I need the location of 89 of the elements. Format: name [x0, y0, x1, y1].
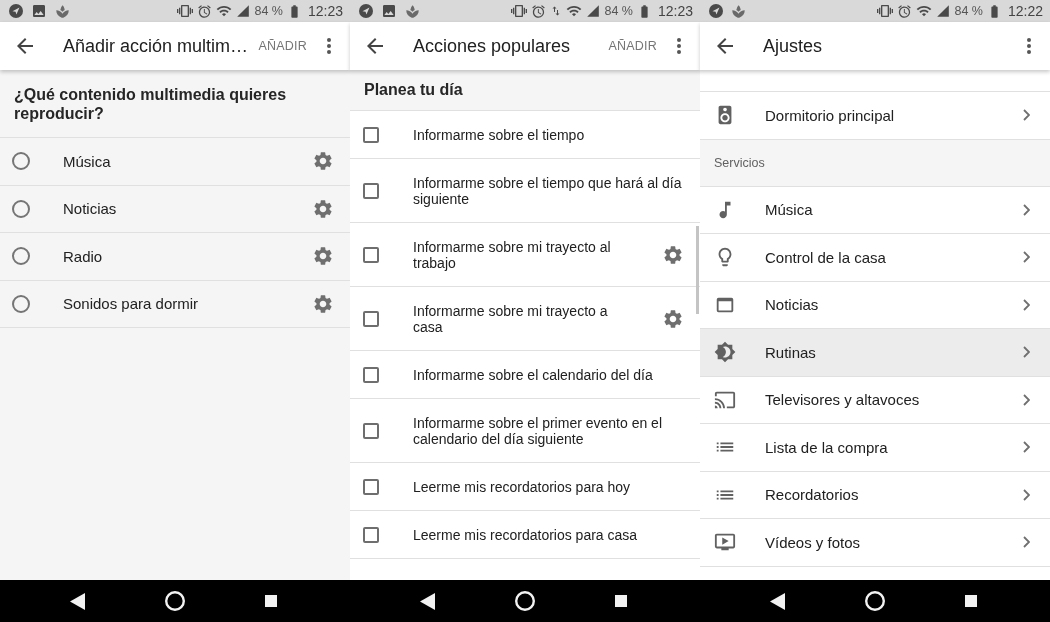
radio-button[interactable] [12, 199, 30, 218]
battery-percentage: 84 % [954, 4, 983, 18]
add-button[interactable]: AÑADIR [254, 33, 311, 59]
arrow-left-icon [367, 38, 383, 54]
vibrate-icon [511, 3, 528, 19]
chevron-right-icon [1023, 488, 1030, 501]
action-label: Informarme sobre mi trayecto a casa [413, 303, 609, 335]
checkbox[interactable] [363, 247, 379, 263]
wifi-icon [566, 3, 583, 19]
battery-percentage: 84 % [604, 4, 633, 18]
action-label: Informarme sobre el tiempo que hará al día siguiente [413, 175, 683, 207]
three-dots-icon [1027, 38, 1031, 54]
clock-time: 12:22 [1007, 3, 1043, 19]
chevron-right-icon [1023, 298, 1030, 311]
action-label: Informarme sobre el primer evento en el calendario del día siguiente [413, 415, 663, 447]
chevron-right-icon [1023, 441, 1030, 454]
circle-arrow-icon [9, 4, 23, 18]
checkbox[interactable] [363, 367, 379, 383]
checkbox[interactable] [363, 127, 379, 143]
signal-icon [236, 4, 251, 18]
action-label: Leerme mis recordatorios para hoy [413, 479, 632, 495]
circle-icon [165, 591, 185, 611]
checkbox[interactable] [363, 423, 379, 439]
action-label: Informarme sobre el calendario del día [413, 367, 654, 383]
action-label: Informarme sobre mi trayecto al trabajo [413, 239, 612, 271]
add-button[interactable]: AÑADIR [604, 33, 661, 59]
alarm-clock-icon [897, 3, 913, 19]
chevron-right-icon [1023, 251, 1030, 264]
checkbox[interactable] [363, 183, 379, 199]
chevron-right-icon [1023, 393, 1030, 406]
settings-icon[interactable] [312, 245, 334, 268]
checkbox[interactable] [363, 311, 379, 327]
image-icon [31, 3, 47, 19]
settings-row[interactable]: Rutinas [700, 329, 1050, 377]
circle-arrow-icon [709, 4, 723, 18]
clock-time: 12:23 [657, 3, 693, 19]
leaf-icon [55, 3, 70, 19]
chevron-right-icon [1023, 203, 1030, 216]
radio-button[interactable] [12, 247, 30, 266]
settings-icon[interactable] [662, 244, 684, 266]
sun-moon-icon [714, 341, 736, 364]
wifi-icon [916, 3, 933, 19]
section-heading: Planea tu día [350, 70, 700, 111]
vibrate-icon [177, 3, 194, 19]
chevron-right-icon [1023, 536, 1030, 549]
screen-title: Añadir acción multim… [63, 35, 250, 57]
chevron-right-icon [1023, 109, 1030, 122]
radio-button[interactable] [12, 294, 30, 313]
checkbox[interactable] [363, 527, 379, 543]
leaf-icon [731, 3, 746, 19]
signal-icon [586, 4, 601, 18]
vibrate-icon [877, 3, 894, 19]
leaf-icon [405, 3, 420, 19]
settings-icon[interactable] [312, 150, 334, 173]
three-dots-icon [677, 38, 681, 54]
settings-icon[interactable] [312, 292, 334, 315]
alarm-clock-icon [197, 3, 213, 19]
option-label: Radio [63, 247, 104, 265]
option-label: Noticias [63, 200, 118, 218]
option-label: Música [63, 152, 112, 170]
triangle-icon [420, 592, 435, 610]
action-label: Informarme sobre el tiempo [413, 127, 586, 143]
circle-icon [865, 591, 885, 611]
circle-arrow-icon [359, 4, 373, 18]
settings-icon[interactable] [312, 197, 334, 220]
settings-icon[interactable] [662, 308, 684, 330]
group-label: Servicios [700, 139, 1050, 187]
circle-icon [515, 591, 535, 611]
screen-title: Ajustes [763, 35, 824, 57]
screen-title: Acciones populares [413, 35, 572, 57]
image-icon [381, 3, 397, 19]
arrow-left-icon [17, 38, 33, 54]
signal-icon [936, 4, 951, 18]
arrow-left-icon [717, 38, 733, 54]
clock-time: 12:23 [307, 3, 343, 19]
radio-button[interactable] [12, 152, 30, 171]
wifi-icon [216, 3, 233, 19]
triangle-icon [70, 592, 85, 610]
square-icon [615, 595, 627, 607]
chevron-right-icon [1023, 346, 1030, 359]
square-icon [265, 595, 277, 607]
checkbox[interactable] [363, 479, 379, 495]
square-icon [965, 595, 977, 607]
battery-percentage: 84 % [254, 4, 283, 18]
triangle-icon [770, 592, 785, 610]
action-label: Leerme mis recordatorios para casa [413, 527, 639, 543]
alarm-clock-icon [531, 3, 547, 19]
option-label: Sonidos para dormir [63, 295, 200, 313]
three-dots-icon [327, 38, 331, 54]
